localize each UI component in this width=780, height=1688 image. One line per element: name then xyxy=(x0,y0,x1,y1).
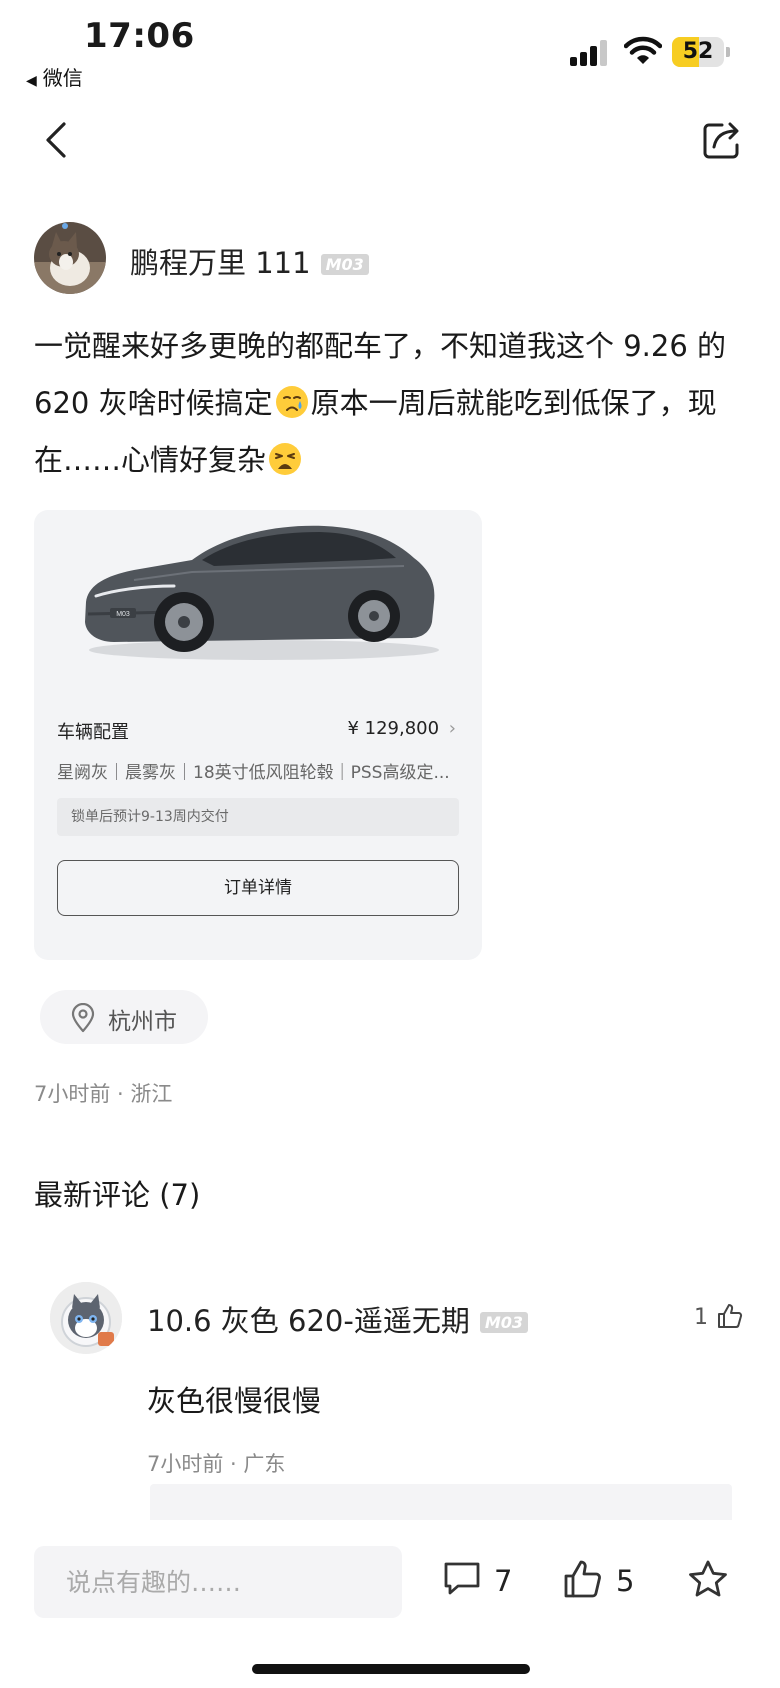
comment-bubble-icon xyxy=(444,1562,480,1595)
post-body: 一觉醒来好多更晚的都配车了，不知道我这个 9.26 的 620 灰啥时候搞定 原… xyxy=(34,318,750,489)
order-details-button[interactable]: 订单详情 xyxy=(57,860,459,916)
comment-item: 10.6 灰色 620-遥遥无期 M03 1 灰色很慢很慢 7小时前 · 广东 xyxy=(50,1282,750,1544)
like-count: 5 xyxy=(616,1564,635,1598)
thumbs-up-icon xyxy=(718,1304,743,1328)
comment-meta: 7小时前 · 广东 xyxy=(147,1452,286,1476)
astronaut-cat-avatar-icon xyxy=(50,1282,122,1354)
post-meta: 7小时前 · 浙江 xyxy=(34,1082,173,1106)
car-plate-text: M03 xyxy=(116,611,130,618)
comment-text: 灰色很慢很慢 xyxy=(147,1384,322,1418)
commenter-avatar[interactable] xyxy=(50,1282,122,1354)
car-model-badge: M03 xyxy=(320,254,369,275)
share-icon[interactable] xyxy=(700,118,744,162)
comments-button[interactable]: 7 xyxy=(442,1558,522,1606)
commenter-name-text: 10.6 灰色 620-遥遥无期 xyxy=(147,1304,470,1338)
config-price-link[interactable]: ¥ 129,800 › xyxy=(347,718,456,739)
config-title: 车辆配置 xyxy=(57,722,129,743)
post-author[interactable]: 鹏程万里 111 M03 xyxy=(34,222,734,294)
comment-like-count: 1 xyxy=(694,1305,708,1330)
like-button[interactable]: 5 xyxy=(562,1558,642,1606)
cat-avatar-icon xyxy=(34,222,106,294)
thumbs-up-icon xyxy=(564,1560,601,1598)
back-app-label: 微信 xyxy=(42,66,83,90)
delivery-note: 锁单后预计9-13周内交付 xyxy=(57,798,459,836)
author-name-text: 鹏程万里 111 xyxy=(130,246,311,280)
bottom-bar: 7 5 xyxy=(0,1520,780,1688)
wifi-icon xyxy=(624,36,662,64)
avatar[interactable] xyxy=(34,222,106,294)
weary-face-icon xyxy=(269,443,302,475)
back-to-app-link[interactable]: ◀ 微信 xyxy=(26,62,83,91)
status-bar: 17:06 ◀ 微信 52 xyxy=(0,0,780,96)
status-time: 17:06 xyxy=(84,16,195,56)
price-text: ¥ 129,800 xyxy=(347,718,440,739)
home-indicator xyxy=(252,1664,530,1674)
comments-title: 最新评论 (7) xyxy=(34,1178,201,1212)
car-model-badge: M03 xyxy=(479,1312,529,1333)
car-order-card[interactable]: M03 车辆配置 ¥ 129,800 › 星阙灰｜晨雾灰｜18英寸低风阻轮毂｜P… xyxy=(34,510,482,960)
comment-input[interactable] xyxy=(34,1546,402,1618)
favorite-button[interactable] xyxy=(686,1558,730,1606)
car-image: M03 xyxy=(85,525,439,660)
config-detail: 星阙灰｜晨雾灰｜18英寸低风阻轮毂｜PSS高级定... xyxy=(57,763,450,783)
chevron-right-icon: › xyxy=(448,718,456,739)
location-text: 杭州市 xyxy=(108,1009,177,1035)
chevron-left-icon[interactable] xyxy=(40,118,74,162)
commenter-name[interactable]: 10.6 灰色 620-遥遥无期 M03 xyxy=(147,1298,529,1340)
author-name[interactable]: 鹏程万里 111 M03 xyxy=(130,240,369,282)
comment-count: 7 xyxy=(494,1564,513,1598)
location-tag[interactable]: 杭州市 xyxy=(40,990,208,1044)
back-triangle-icon: ◀ xyxy=(26,73,37,89)
battery-level-text: 52 xyxy=(682,39,714,64)
star-icon xyxy=(689,1560,727,1597)
battery-indicator: 52 xyxy=(672,37,730,67)
location-pin-icon xyxy=(71,1003,95,1033)
cellular-signal-icon xyxy=(570,40,610,66)
crying-face-icon xyxy=(275,386,308,418)
comment-like-button[interactable]: 1 xyxy=(694,1302,744,1330)
